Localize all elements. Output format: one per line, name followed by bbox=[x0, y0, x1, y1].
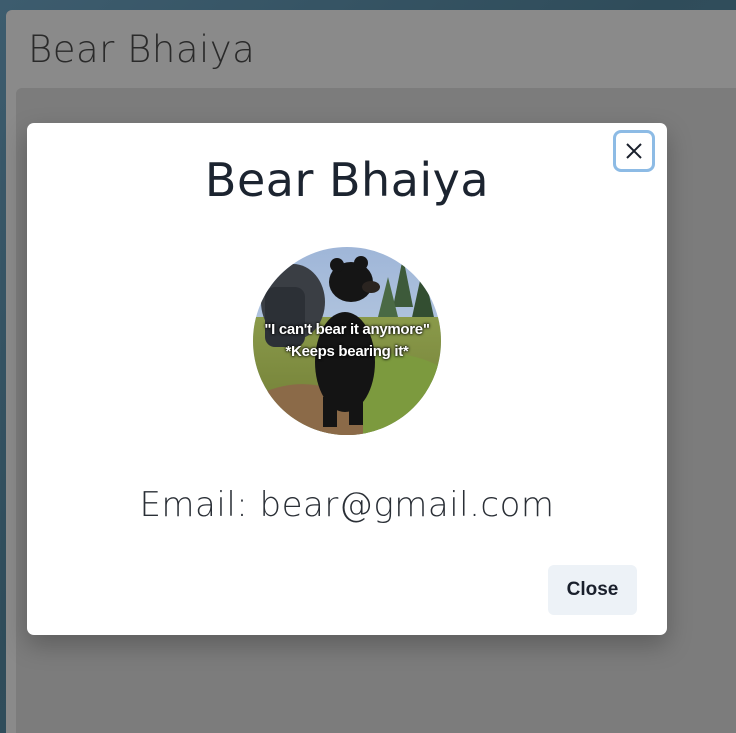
avatar-caption-line-1: "I can't bear it anymore" bbox=[264, 321, 430, 338]
modal-title: Bear Bhaiya bbox=[204, 153, 490, 207]
profile-modal: Bear Bhaiya "I can't bear it anymore" *K… bbox=[27, 123, 667, 635]
avatar-caption-line-2: *Keeps bearing it* bbox=[285, 343, 409, 360]
email-text: Email: bear@gmail.com bbox=[139, 485, 555, 525]
avatar: "I can't bear it anymore" *Keeps bearing… bbox=[253, 247, 441, 435]
close-button[interactable]: Close bbox=[548, 565, 637, 615]
avatar-caption: "I can't bear it anymore" *Keeps bearing… bbox=[253, 319, 441, 363]
page-title: Bear Bhaiya bbox=[28, 28, 256, 71]
